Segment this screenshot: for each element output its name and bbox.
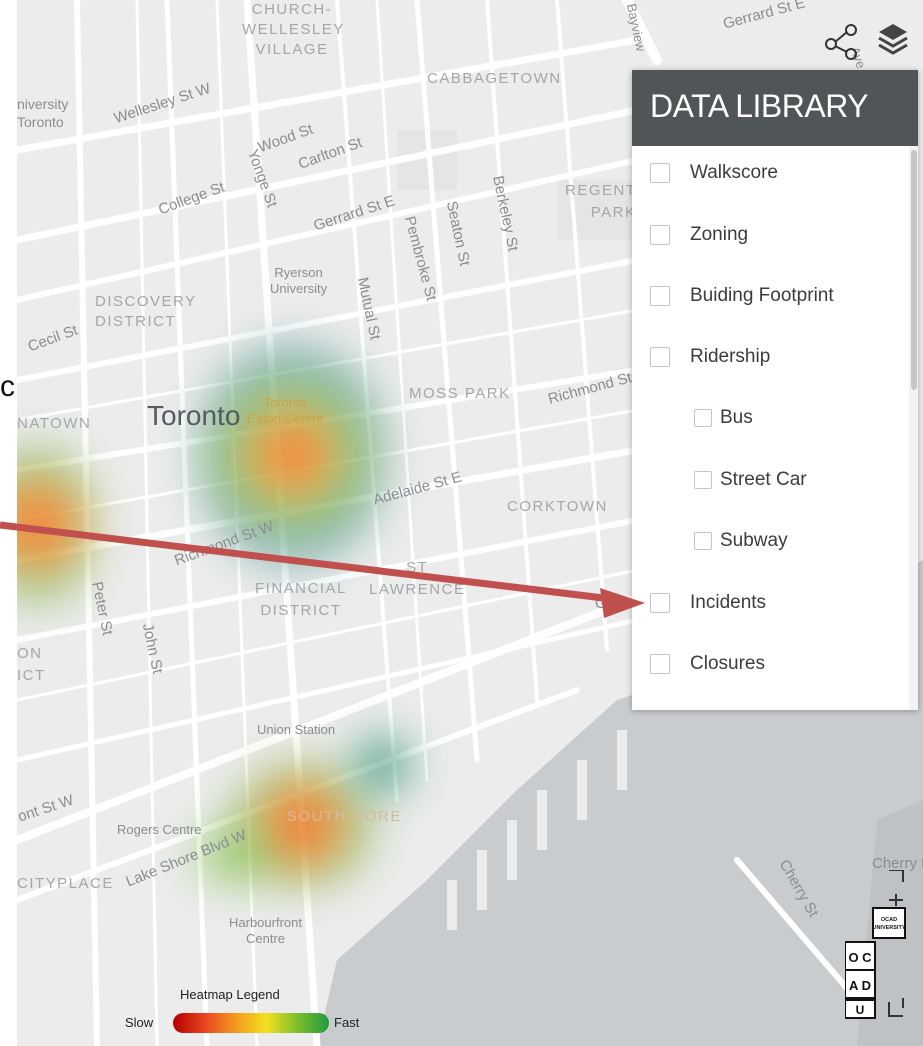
label-entertainment-district: ON ICT bbox=[17, 645, 46, 684]
label-regent-park: REGENT PARK bbox=[565, 182, 637, 221]
layer-bus[interactable]: Bus bbox=[694, 403, 753, 433]
checkbox[interactable] bbox=[650, 347, 670, 367]
data-library-title: DATA LIBRARY bbox=[650, 88, 869, 124]
label-toronto: Toronto bbox=[147, 400, 241, 431]
svg-text:U: U bbox=[856, 1003, 865, 1017]
checkbox[interactable] bbox=[650, 225, 670, 245]
legend-fast-label: Fast bbox=[334, 1015, 360, 1030]
layer-label: Bus bbox=[720, 407, 753, 428]
layer-incidents[interactable]: Incidents bbox=[650, 588, 766, 618]
layer-label: Incidents bbox=[690, 592, 767, 613]
label-discovery-district: DISCOVERY DISTRICT bbox=[95, 293, 197, 330]
checkbox[interactable] bbox=[694, 532, 712, 550]
label-south-core: SOUTH CORE bbox=[287, 808, 403, 825]
checkbox[interactable] bbox=[650, 654, 670, 674]
layer-label: Street Car bbox=[720, 469, 807, 490]
layer-label: Zoning bbox=[690, 224, 749, 245]
svg-text:O C: O C bbox=[848, 950, 872, 965]
checkbox[interactable] bbox=[694, 471, 712, 489]
label-chinatown: NATOWN bbox=[17, 415, 92, 432]
legend-title: Heatmap Legend bbox=[180, 987, 280, 1002]
data-library-panel: DATA LIBRARY Walkscore Zoning Buiding Fo… bbox=[632, 70, 918, 710]
label-union-station: Union Station bbox=[257, 722, 336, 737]
data-library-header: DATA LIBRARY bbox=[632, 70, 918, 146]
heatspot-south-core-east bbox=[347, 730, 417, 800]
layer-zoning[interactable]: Zoning bbox=[650, 220, 748, 250]
legend-gradient-bar bbox=[173, 1013, 329, 1033]
label-financial-district: FINANCIAL DISTRICT bbox=[255, 580, 347, 619]
ocad-university-logo: O C A D U OCAD UNIVERSITY bbox=[844, 869, 911, 1020]
checkbox[interactable] bbox=[650, 593, 670, 613]
checkbox[interactable] bbox=[694, 409, 712, 427]
share-icon[interactable] bbox=[823, 20, 863, 60]
layer-closures[interactable]: Closures bbox=[650, 649, 765, 679]
map-toolbar bbox=[823, 18, 923, 68]
svg-text:OCAD: OCAD bbox=[881, 917, 897, 923]
label-cabbagetown: CABBAGETOWN bbox=[427, 70, 562, 87]
scrollbar-thumb[interactable] bbox=[911, 150, 917, 390]
label-rogers-centre: Rogers Centre bbox=[117, 822, 202, 837]
layer-subway[interactable]: Subway bbox=[694, 526, 788, 556]
svg-text:A D: A D bbox=[849, 978, 871, 993]
checkbox[interactable] bbox=[650, 286, 670, 306]
layer-label: Closures bbox=[690, 653, 765, 674]
label-harbourfront: Harbourfront Centre bbox=[229, 915, 302, 946]
layer-street-car[interactable]: Street Car bbox=[694, 465, 807, 495]
stray-annotation-text: c bbox=[0, 370, 15, 403]
checkbox[interactable] bbox=[650, 163, 670, 183]
layer-label: Walkscore bbox=[690, 162, 778, 183]
label-eaton-centre: Toronto Eaton Centre bbox=[247, 395, 324, 426]
layer-label: Buiding Footprint bbox=[690, 285, 834, 306]
label-g: G bbox=[595, 595, 607, 612]
layer-label: Ridership bbox=[690, 346, 771, 367]
label-moss-park: MOSS PARK bbox=[409, 385, 511, 402]
label-ryerson: Ryerson University bbox=[270, 265, 328, 296]
layers-icon[interactable] bbox=[873, 20, 913, 60]
layer-walkscore[interactable]: Walkscore bbox=[650, 158, 778, 188]
layer-label: Subway bbox=[720, 530, 788, 551]
layer-building-footprint[interactable]: Buiding Footprint bbox=[650, 281, 834, 311]
layer-ridership[interactable]: Ridership bbox=[650, 342, 770, 372]
label-st-lawrence: ST LAWRENCE bbox=[369, 559, 466, 598]
label-corktown: CORKTOWN bbox=[507, 498, 608, 515]
label-university: niversity Toronto bbox=[17, 96, 69, 130]
heatmap-legend: Heatmap Legend Slow Fast bbox=[120, 985, 380, 1045]
legend-slow-label: Slow bbox=[125, 1015, 154, 1030]
label-church-wellesley: CHURCH- WELLESLEY VILLAGE bbox=[242, 1, 345, 58]
svg-text:UNIVERSITY: UNIVERSITY bbox=[872, 925, 905, 931]
label-cityplace: CITYPLACE bbox=[17, 875, 114, 892]
